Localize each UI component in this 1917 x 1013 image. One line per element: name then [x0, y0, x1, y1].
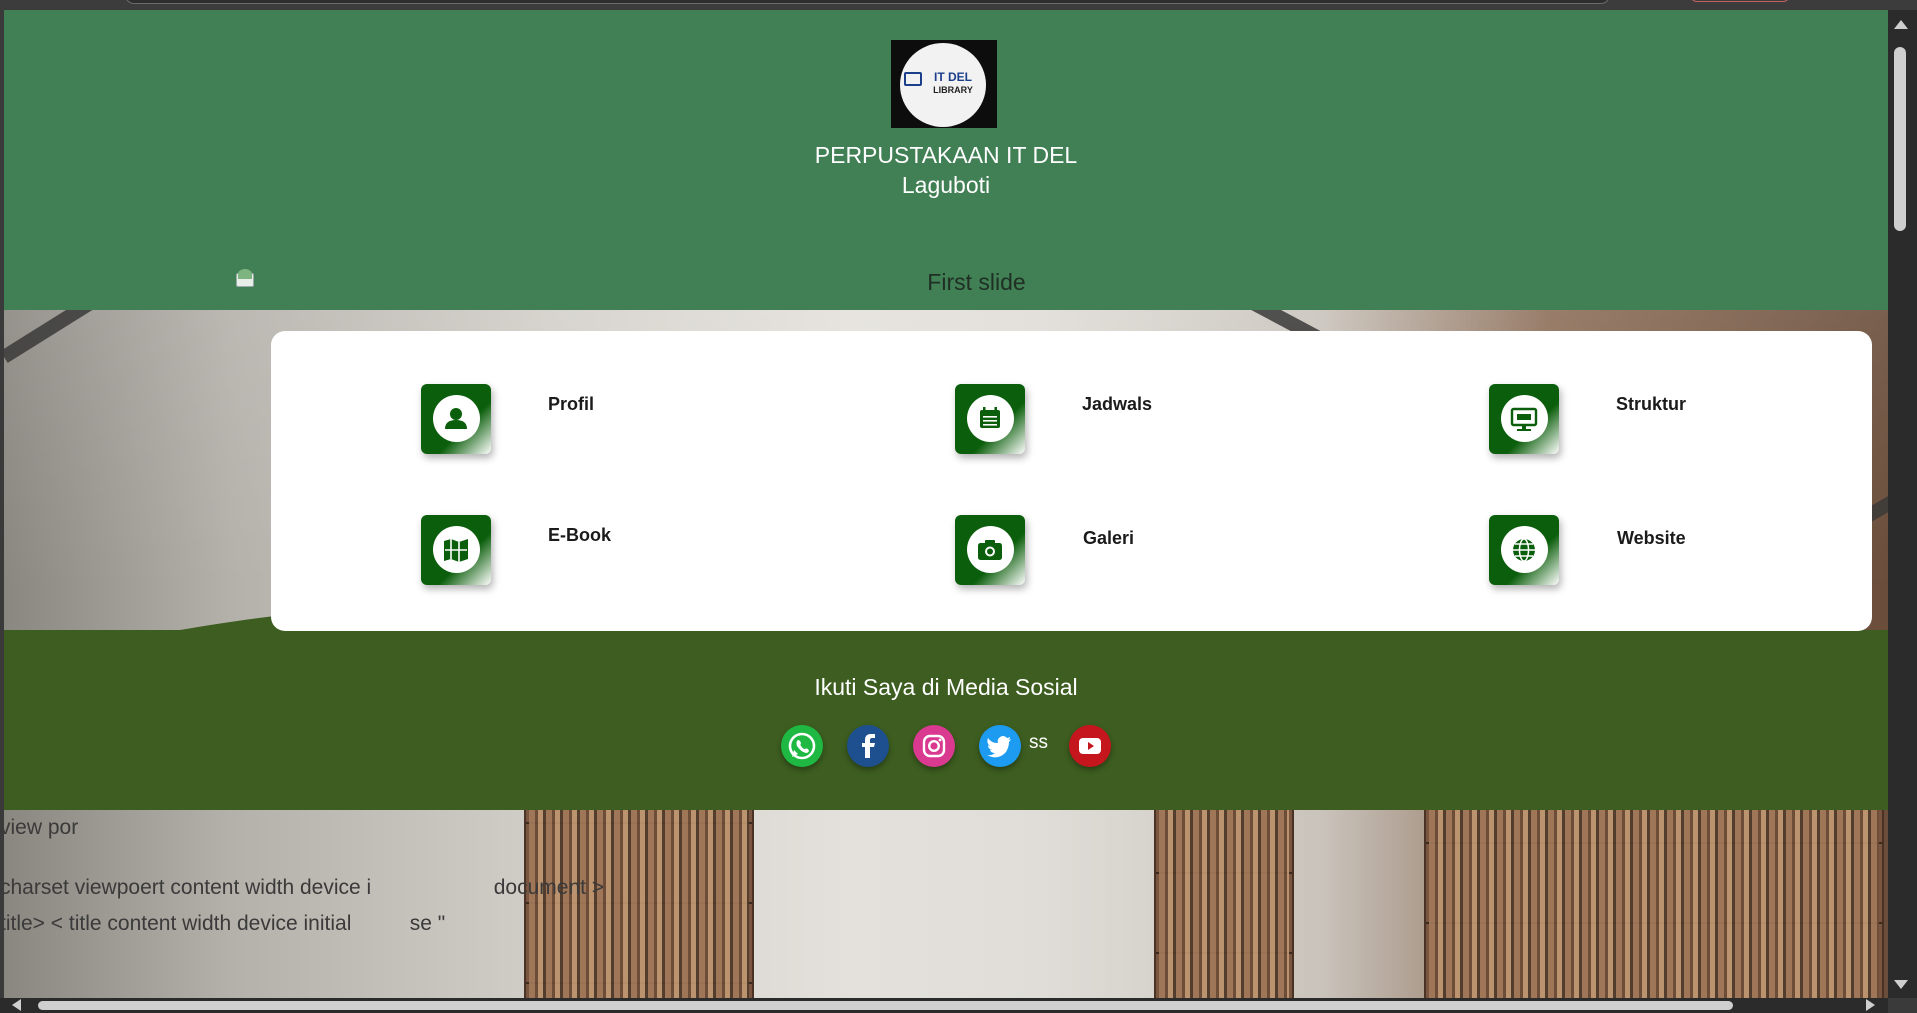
stray-text: ss	[1029, 732, 1048, 753]
menu-card: Profil Jadwals Struktur E-Book Galeri We…	[271, 331, 1872, 631]
menu-label-struktur[interactable]: Struktur	[1616, 394, 1686, 415]
globe-icon	[1513, 538, 1535, 562]
facebook-icon[interactable]	[847, 725, 889, 767]
menu-label-ebook[interactable]: E-Book	[548, 525, 611, 546]
scroll-down-icon[interactable]	[1894, 980, 1908, 989]
menu-label-profil[interactable]: Profil	[548, 394, 594, 415]
scroll-left-icon[interactable]	[12, 999, 21, 1011]
page-title: PERPUSTAKAAN IT DEL Laguboti	[4, 140, 1888, 200]
social-heading: Ikuti Saya di Media Sosial	[814, 674, 1078, 700]
menu-label-jadwals[interactable]: Jadwals	[1082, 394, 1152, 415]
menu-item-jadwals[interactable]	[955, 384, 1025, 454]
camera-icon	[978, 540, 1002, 560]
toolbar-button[interactable]	[1690, 0, 1790, 2]
calendar-icon	[980, 407, 1000, 428]
vertical-scroll-thumb[interactable]	[1894, 47, 1906, 231]
whatsapp-icon[interactable]	[781, 725, 823, 767]
menu-item-website[interactable]	[1489, 515, 1559, 585]
user-icon	[445, 408, 467, 429]
horizontal-scrollbar[interactable]	[0, 998, 1888, 1013]
twitter-icon[interactable]	[979, 725, 1021, 767]
monitor-icon	[1510, 407, 1538, 431]
title-line2: Laguboti	[901, 172, 991, 198]
raw-text-line1: view por	[4, 816, 79, 839]
raw-text-line3: title> < title content width device init…	[4, 912, 446, 935]
youtube-icon[interactable]	[1069, 725, 1111, 767]
scroll-up-icon[interactable]	[1894, 20, 1908, 29]
horizontal-scroll-thumb[interactable]	[38, 1001, 1733, 1010]
social-footer	[4, 630, 1888, 810]
library-logo[interactable]: IT DEL LIBRARY	[891, 40, 997, 128]
scroll-right-icon[interactable]	[1866, 999, 1875, 1011]
menu-item-struktur[interactable]	[1489, 384, 1559, 454]
site-header: IT DEL LIBRARY PERPUSTAKAAN IT DEL Lagub…	[4, 10, 1888, 310]
menu-item-galeri[interactable]	[955, 515, 1025, 585]
menu-item-profil[interactable]	[421, 384, 491, 454]
instagram-icon[interactable]	[913, 725, 955, 767]
menu-label-website[interactable]: Website	[1617, 528, 1686, 549]
menu-item-ebook[interactable]	[421, 515, 491, 585]
page-viewport: IT DEL LIBRARY PERPUSTAKAAN IT DEL Lagub…	[4, 10, 1888, 998]
logo-text-line1: IT DEL	[934, 70, 972, 84]
map-icon	[444, 539, 468, 562]
vertical-scrollbar[interactable]	[1888, 10, 1917, 998]
browser-top-strip	[0, 0, 1917, 10]
menu-label-galeri[interactable]: Galeri	[1083, 528, 1134, 549]
address-bar[interactable]	[125, 0, 1610, 4]
raw-text-line2: charset viewpoert content width device i…	[4, 876, 605, 899]
title-line1: PERPUSTAKAAN IT DEL	[814, 142, 1078, 168]
logo-text-line2: LIBRARY	[933, 85, 973, 95]
carousel-caption: First slide	[927, 269, 1026, 295]
